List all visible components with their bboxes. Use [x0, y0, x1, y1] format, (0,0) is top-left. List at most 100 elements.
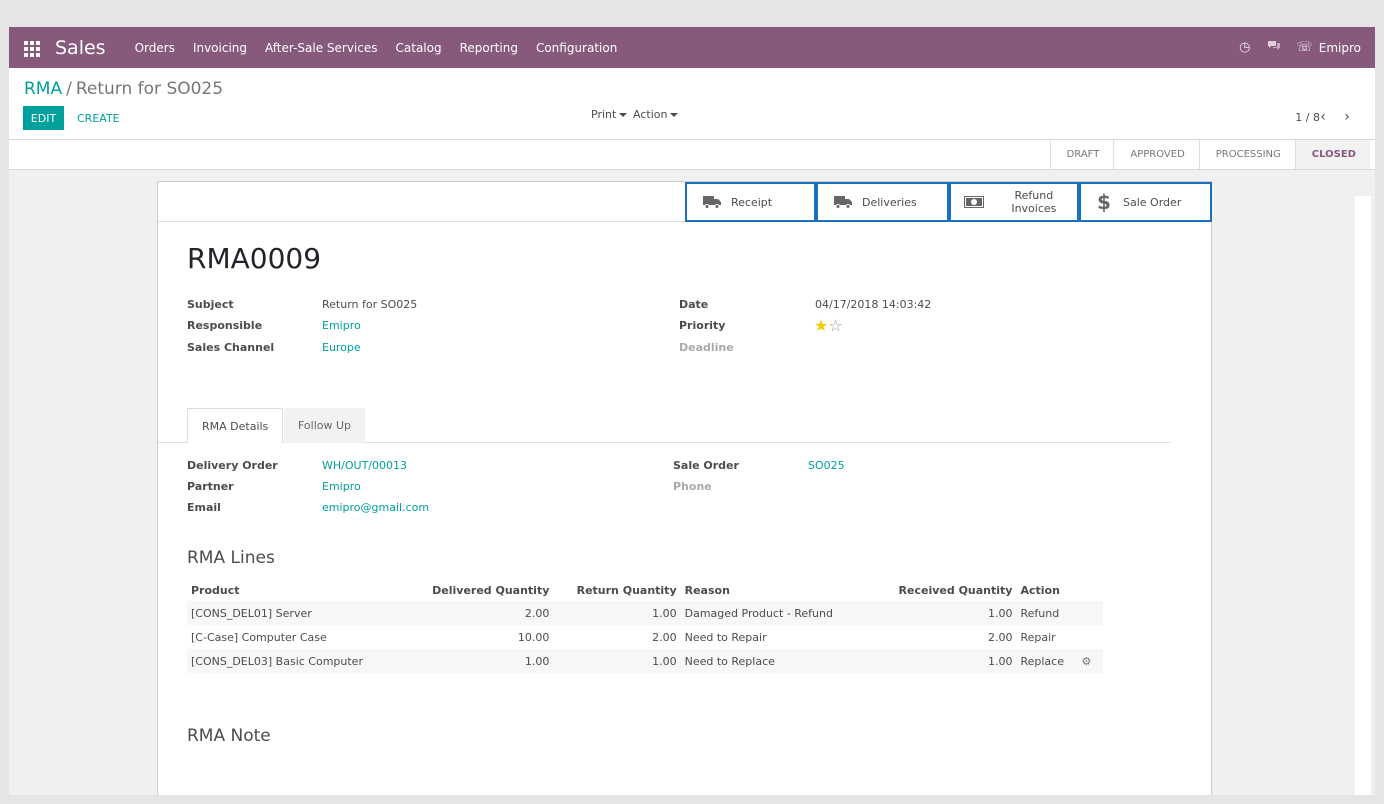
priority-stars: ★☆: [814, 316, 843, 335]
cell-received-quantity: 1.00: [843, 649, 1017, 673]
priority-label: Priority: [679, 319, 726, 332]
column-delivered-quantity[interactable]: Delivered Quantity: [409, 579, 554, 601]
delivery-order-link[interactable]: WH/OUT/00013: [322, 459, 407, 472]
navbar-right: ◷ ☏ Emipro: [1223, 40, 1361, 56]
date-label: Date: [679, 298, 709, 311]
cell-return-quantity: 1.00: [553, 649, 681, 673]
star-filled-icon[interactable]: ★: [814, 316, 828, 335]
cell-received-quantity: 2.00: [987, 630, 1013, 644]
star-empty-icon[interactable]: ☆: [828, 316, 842, 335]
app-brand: Sales: [55, 36, 106, 59]
cell-delivered-quantity: 10.00: [517, 630, 550, 644]
deliveries-label: Deliveries: [862, 195, 917, 209]
menu-orders[interactable]: Orders: [135, 41, 175, 55]
edit-button[interactable]: EDIT: [23, 106, 64, 130]
refund-invoices-label: Refund Invoices: [1011, 189, 1057, 215]
subject-value: Return for SO025: [322, 298, 418, 311]
clock-icon[interactable]: ◷: [1239, 40, 1250, 55]
receipt-smart-button[interactable]: Receipt: [685, 182, 816, 222]
column-action[interactable]: Action: [1016, 579, 1077, 601]
sales-channel-label: Sales Channel: [187, 341, 275, 354]
cell-return-quantity: 2.00: [652, 630, 677, 644]
stage-approved[interactable]: APPROVED: [1113, 140, 1199, 169]
menu-invoicing[interactable]: Invoicing: [193, 41, 247, 55]
top-navbar: Sales Orders Invoicing After-Sale Servic…: [9, 27, 1375, 68]
cell-return-quantity: 1.00: [553, 601, 681, 625]
table-row[interactable]: [C-Case] Computer Case 10.00 2.00 Need t…: [187, 625, 1103, 649]
cell-reason: Need to Repair: [684, 630, 767, 644]
cell-product: [CONS_DEL03] Basic Computer: [187, 649, 409, 673]
deliveries-smart-button[interactable]: Deliveries: [816, 182, 949, 222]
apps-grid-icon[interactable]: [24, 40, 41, 57]
cell-reason: Damaged Product - Refund: [680, 601, 844, 625]
rma-note-title: RMA Note: [187, 726, 271, 746]
partner-link[interactable]: Emipro: [322, 480, 361, 493]
date-value: 04/17/2018 14:03:42: [815, 298, 932, 311]
table-row[interactable]: [CONS_DEL01] Server 2.00 1.00 Damaged Pr…: [187, 601, 1103, 625]
caret-down-icon: [670, 113, 679, 117]
create-button[interactable]: CREATE: [77, 106, 120, 130]
menu-configuration[interactable]: Configuration: [536, 41, 617, 55]
app-window: Sales Orders Invoicing After-Sale Servic…: [9, 27, 1375, 795]
money-icon: [963, 196, 985, 208]
caret-down-icon: [619, 113, 628, 117]
responsible-link[interactable]: Emipro: [322, 319, 361, 332]
cell-action: Repair: [1020, 630, 1056, 644]
tab-rma-details[interactable]: RMA Details: [187, 408, 284, 444]
email-link[interactable]: emipro@gmail.com: [322, 501, 429, 514]
subject-label: Subject: [187, 298, 234, 311]
rma-lines-title: RMA Lines: [187, 548, 275, 568]
smart-button-box: Receipt Deliveries Refund Invoices $ Sal…: [158, 182, 1212, 222]
column-return-quantity[interactable]: Return Quantity: [553, 579, 680, 601]
sale-order-smart-button[interactable]: $ Sale Order: [1079, 182, 1212, 222]
stage-closed[interactable]: CLOSED: [1294, 140, 1370, 169]
pager-previous-button[interactable]: ‹: [1314, 106, 1332, 128]
cell-extra: ⚙: [1077, 649, 1103, 673]
sale-order-link[interactable]: SO025: [808, 459, 845, 472]
column-product[interactable]: Product: [187, 579, 409, 601]
column-received-quantity[interactable]: Received Quantity: [843, 579, 1016, 601]
truck-icon: [832, 195, 854, 209]
stage-draft[interactable]: DRAFT: [1049, 140, 1114, 169]
breadcrumb-rma-link[interactable]: RMA: [24, 79, 62, 99]
record-title: RMA0009: [187, 242, 322, 275]
notebook-tabs: RMA Details Follow Up: [158, 408, 1171, 444]
deadline-label: Deadline: [679, 341, 734, 354]
stage-processing[interactable]: PROCESSING: [1198, 140, 1295, 169]
cell-product: [CONS_DEL01] Server: [187, 601, 409, 625]
partner-label: Partner: [187, 480, 234, 493]
cell-extra: [1077, 601, 1103, 625]
truck-icon: [701, 195, 723, 209]
responsible-label: Responsible: [187, 319, 263, 332]
table-header-row: Product Delivered Quantity Return Quanti…: [187, 579, 1103, 601]
column-reason[interactable]: Reason: [681, 579, 844, 601]
cell-reason: Need to Replace: [680, 649, 844, 673]
chat-icon[interactable]: [1267, 40, 1281, 56]
breadcrumb: RMA / Return for SO025: [24, 79, 223, 99]
tab-follow-up[interactable]: Follow Up: [284, 408, 366, 443]
table-row[interactable]: [CONS_DEL03] Basic Computer 1.00 1.00 Ne…: [187, 649, 1103, 673]
breadcrumb-current: Return for SO025: [75, 79, 224, 99]
delivery-order-label: Delivery Order: [187, 459, 278, 472]
sales-channel-link[interactable]: Europe: [322, 341, 361, 354]
email-label: Email: [187, 501, 221, 514]
form-sheet: Receipt Deliveries Refund Invoices $ Sal…: [157, 181, 1212, 795]
refund-invoices-smart-button[interactable]: Refund Invoices: [949, 182, 1079, 222]
scrollbar[interactable]: [1355, 196, 1371, 795]
menu-after-sale-services[interactable]: After-Sale Services: [265, 41, 377, 55]
user-menu[interactable]: Emipro: [1319, 41, 1361, 55]
phone-icon[interactable]: ☏: [1297, 40, 1313, 55]
menu-catalog[interactable]: Catalog: [396, 41, 442, 55]
menu-reporting[interactable]: Reporting: [460, 41, 518, 55]
receipt-label: Receipt: [731, 195, 773, 209]
action-dropdown[interactable]: Action: [633, 108, 679, 121]
print-dropdown[interactable]: Print: [591, 108, 628, 121]
pager-next-button[interactable]: ›: [1338, 106, 1356, 128]
phone-label: Phone: [673, 480, 712, 493]
cell-product: [C-Case] Computer Case: [191, 630, 327, 644]
column-extra: [1078, 579, 1103, 601]
cell-received-quantity: 1.00: [843, 601, 1017, 625]
sale-order-label: Sale Order: [1123, 195, 1182, 209]
action-label: Action: [633, 108, 668, 121]
gears-icon[interactable]: ⚙: [1082, 655, 1092, 668]
